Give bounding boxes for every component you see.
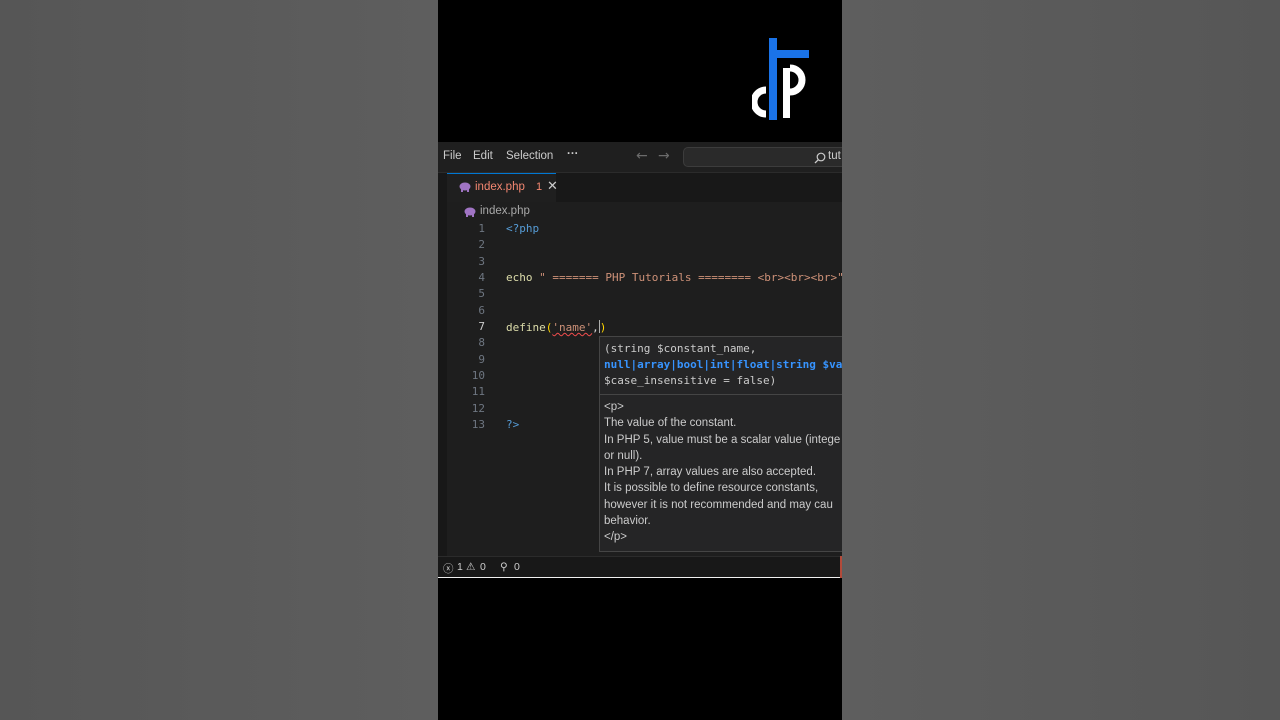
- background-right: [842, 0, 1280, 720]
- search-icon: [814, 152, 826, 164]
- broadcast-icon[interactable]: ⚲: [500, 561, 508, 573]
- line-number: 3: [478, 255, 485, 268]
- status-bar: ⓧ 1 ⚠ 0 ⚲ 0: [438, 556, 842, 578]
- menu-edit[interactable]: Edit: [473, 150, 493, 162]
- line-number: 2: [478, 238, 485, 251]
- warning-icon[interactable]: ⚠: [466, 561, 475, 573]
- warning-count[interactable]: 0: [480, 561, 486, 573]
- signature-line-1: (string $constant_name,: [604, 342, 757, 355]
- line-number: 13: [471, 418, 485, 431]
- line-number: 8: [478, 336, 485, 349]
- define-name-arg: 'name': [552, 321, 593, 334]
- php-elephant-icon: [459, 182, 471, 192]
- line-number: 9: [478, 353, 485, 366]
- define-function: define: [506, 321, 546, 334]
- line-number: 1: [478, 222, 485, 235]
- vscode-window: File Edit Selection ··· ← → tut index.ph…: [438, 142, 842, 578]
- paren-close: ): [599, 321, 607, 334]
- line-number: 6: [478, 304, 485, 317]
- status-edge: [840, 556, 842, 578]
- tab-problem-count: 1: [536, 181, 543, 193]
- tab-bar: index.php 1 ✕: [438, 173, 842, 202]
- echo-keyword: echo: [506, 271, 533, 284]
- code-line-7: define('name',): [506, 320, 606, 334]
- logo-icon: [752, 38, 809, 120]
- error-count[interactable]: 1: [457, 561, 463, 573]
- signature: (string $constant_name, null|array|bool|…: [604, 341, 842, 389]
- line-number: 10: [471, 369, 485, 382]
- menu-selection[interactable]: Selection: [506, 150, 553, 162]
- menu-file[interactable]: File: [443, 150, 462, 162]
- signature-line-3: $case_insensitive = false): [604, 374, 777, 387]
- tab-label: index.php: [475, 181, 525, 193]
- ports-count[interactable]: 0: [514, 561, 520, 573]
- code-line-13: ?>: [506, 418, 520, 431]
- line-number: 5: [478, 287, 485, 300]
- line-number: 12: [471, 402, 485, 415]
- error-icon[interactable]: ⓧ: [443, 561, 454, 576]
- breadcrumb-file: index.php: [480, 205, 530, 217]
- tab-index-php[interactable]: index.php 1 ✕: [447, 173, 558, 202]
- video-frame: File Edit Selection ··· ← → tut index.ph…: [438, 0, 842, 720]
- line-number-current: 7: [478, 320, 485, 333]
- command-center-search[interactable]: tut: [683, 147, 842, 167]
- php-elephant-icon: [464, 207, 476, 217]
- search-text: tut: [828, 150, 841, 162]
- line-number: 11: [471, 385, 485, 398]
- arrow-left-icon[interactable]: ←: [636, 148, 648, 164]
- close-icon[interactable]: ✕: [547, 179, 558, 194]
- activity-strip: [438, 173, 447, 556]
- code-line-4: echo " ======= PHP Tutorials ======== <b…: [506, 271, 842, 284]
- parameter-documentation: <p> The value of the constant. In PHP 5,…: [604, 401, 841, 544]
- signature-active-param: null|array|bool|int|float|string $va: [604, 358, 842, 371]
- background-left: [0, 0, 438, 720]
- arrow-right-icon[interactable]: →: [658, 148, 670, 164]
- echo-string: " ======= PHP Tutorials ======== <br><br…: [532, 271, 842, 284]
- menu-more[interactable]: ···: [567, 148, 579, 160]
- comma: ,: [592, 321, 599, 334]
- title-bar: File Edit Selection ··· ← → tut: [438, 142, 842, 173]
- parameter-hint-popup: (string $constant_name, null|array|bool|…: [599, 336, 842, 552]
- line-number: 4: [478, 271, 485, 284]
- code-line-1: <?php: [506, 222, 540, 235]
- divider: [600, 394, 842, 395]
